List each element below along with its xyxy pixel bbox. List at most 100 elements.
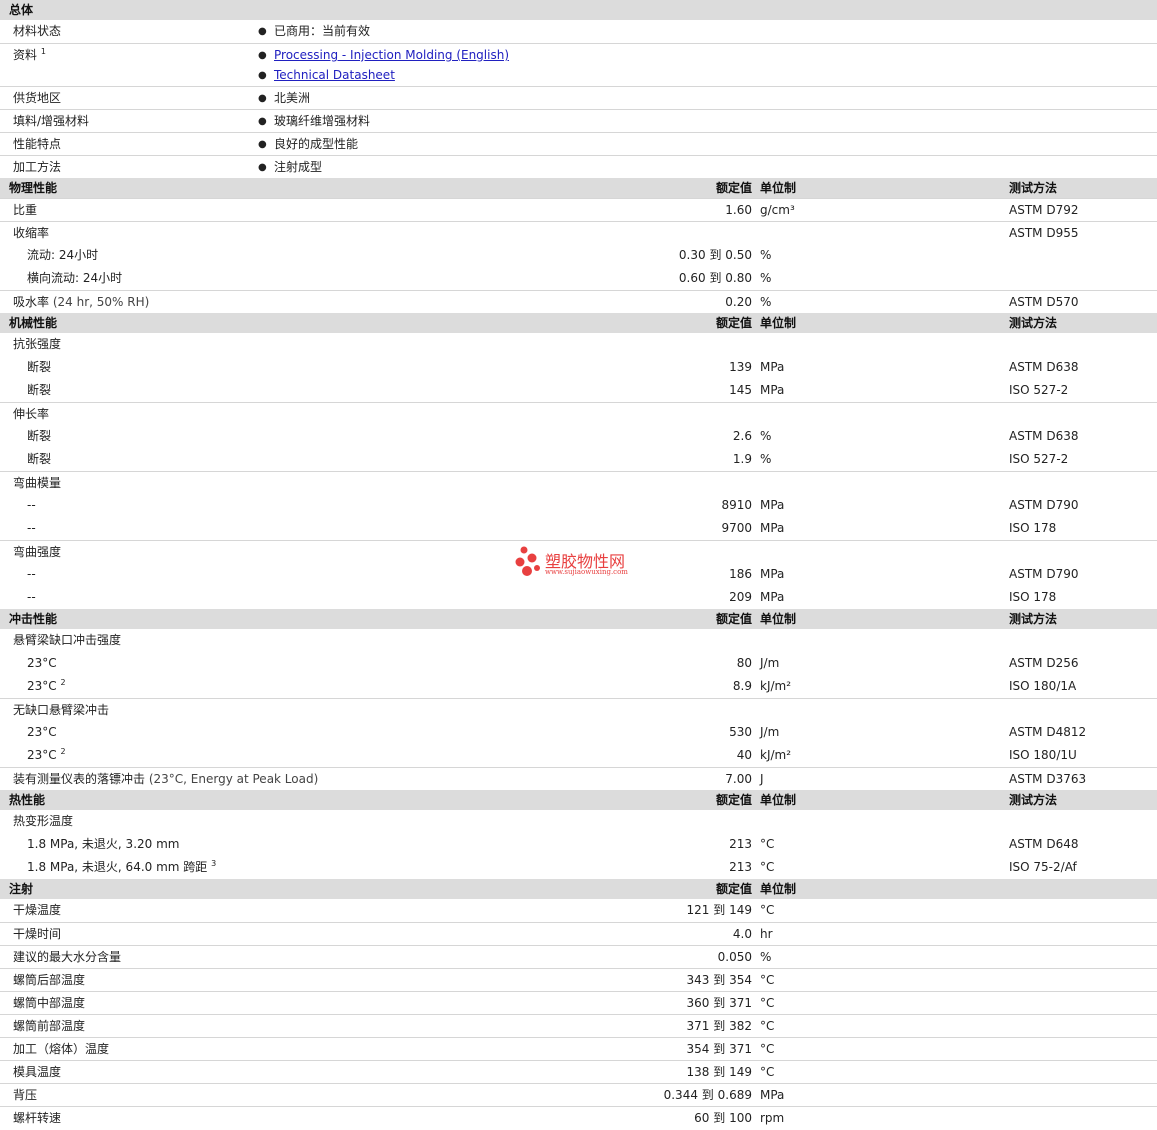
property-row: 热变形温度 bbox=[0, 810, 1157, 833]
property-value: 0.20 bbox=[725, 291, 752, 314]
property-condition: (24 hr, 50% RH) bbox=[52, 295, 150, 309]
column-header-method: 测试方法 bbox=[1009, 793, 1058, 807]
property-label: 吸水率 (24 hr, 50% RH) bbox=[13, 291, 149, 314]
property-unit: % bbox=[760, 429, 772, 443]
test-method: ISO 75-2/Af bbox=[1009, 860, 1077, 874]
property-value: 60 到 100 bbox=[694, 1107, 752, 1130]
range-to: 到 bbox=[713, 1019, 726, 1033]
property-value: 186 bbox=[729, 563, 752, 586]
property-unit: kJ/m² bbox=[760, 748, 792, 762]
property-row: 螺筒后部温度 343 到 354 °C bbox=[0, 968, 1157, 991]
property-unit: % bbox=[760, 248, 772, 262]
property-label: 伸长率 bbox=[13, 403, 49, 426]
footnote-marker: 2 bbox=[60, 678, 66, 687]
range-to: 到 bbox=[709, 248, 722, 262]
property-name: 干燥时间 bbox=[13, 927, 62, 941]
property-name: 23°C bbox=[27, 748, 57, 762]
property-row: 伸长率 bbox=[0, 402, 1157, 425]
property-name: 加工（熔体）温度 bbox=[13, 1042, 110, 1056]
property-row: 加工（熔体）温度 354 到 371 °C bbox=[0, 1037, 1157, 1060]
test-method: ASTM D955 bbox=[1009, 226, 1079, 240]
section-title: 热性能 bbox=[9, 793, 46, 807]
property-unit: J/m bbox=[760, 656, 780, 670]
property-unit: hr bbox=[760, 927, 773, 941]
bullet-icon: ● bbox=[258, 26, 267, 37]
property-label: 收缩率 bbox=[13, 222, 49, 245]
value-min: 213 bbox=[729, 837, 752, 851]
value-min: 2.6 bbox=[732, 429, 752, 443]
property-name: 背压 bbox=[13, 1088, 38, 1102]
test-method: ASTM D638 bbox=[1009, 429, 1079, 443]
value-min: 209 bbox=[729, 590, 752, 604]
property-row: 1.8 MPa, 未退火, 3.20 mm 213 °C ASTM D648 bbox=[0, 833, 1157, 856]
property-unit: g/cm³ bbox=[760, 203, 795, 217]
property-unit: MPa bbox=[760, 567, 785, 581]
property-label: -- bbox=[27, 494, 36, 517]
property-unit: °C bbox=[760, 1065, 775, 1079]
general-label-text: 加工方法 bbox=[13, 160, 62, 174]
property-name: 23°C bbox=[27, 656, 57, 670]
column-header-unit: 单位制 bbox=[760, 793, 797, 807]
property-label: 螺筒前部温度 bbox=[13, 1015, 85, 1038]
footnote-marker: 1 bbox=[40, 47, 46, 56]
property-value: 9700 bbox=[721, 517, 752, 540]
value-max: 149 bbox=[729, 903, 752, 917]
property-value: 2.6 bbox=[733, 425, 752, 448]
value-max: 149 bbox=[729, 1065, 752, 1079]
test-method: ASTM D790 bbox=[1009, 498, 1079, 512]
watermark-url: www.sujiaowuxing.com bbox=[545, 568, 628, 576]
section-header: 冲击性能 额定值 单位制 测试方法 bbox=[0, 609, 1157, 629]
general-row: 资料 1 ● Processing - Injection Molding (Eng… bbox=[0, 43, 1157, 86]
range-to: 到 bbox=[709, 271, 722, 285]
general-row: 加工方法 ● 注射成型 bbox=[0, 155, 1157, 178]
property-unit: °C bbox=[760, 860, 775, 874]
general-label-text: 资料 bbox=[13, 48, 38, 62]
property-row: 干燥时间 4.0 hr bbox=[0, 922, 1157, 945]
property-row: 抗张强度 bbox=[0, 333, 1157, 356]
property-name: 无缺口悬臂梁冲击 bbox=[13, 703, 110, 717]
property-unit: °C bbox=[760, 1019, 775, 1033]
value-min: 121 bbox=[686, 903, 710, 917]
value-max: 371 bbox=[729, 1042, 752, 1056]
property-label: -- bbox=[27, 517, 36, 540]
property-name: 1.8 MPa, 未退火, 64.0 mm 跨距 bbox=[27, 860, 208, 874]
property-name: 横向流动: 24小时 bbox=[27, 271, 123, 285]
section-header: 注射 额定值 单位制 bbox=[0, 879, 1157, 899]
property-unit: J/m bbox=[760, 725, 780, 739]
test-method: ASTM D790 bbox=[1009, 567, 1079, 581]
general-row: 供货地区 ● 北美洲 bbox=[0, 86, 1157, 109]
property-row: 比重 1.60 g/cm³ ASTM D792 bbox=[0, 198, 1157, 221]
property-label: 建议的最大水分含量 bbox=[13, 946, 121, 969]
property-label: 1.8 MPa, 未退火, 3.20 mm bbox=[27, 833, 179, 856]
value-max: 100 bbox=[729, 1111, 752, 1125]
document-link[interactable]: Technical Datasheet bbox=[274, 64, 395, 87]
property-name: -- bbox=[27, 567, 36, 581]
value-min: 1.9 bbox=[732, 452, 752, 466]
column-header-method: 测试方法 bbox=[1009, 316, 1058, 330]
property-unit: MPa bbox=[760, 1088, 785, 1102]
property-label: 背压 bbox=[13, 1084, 37, 1107]
property-name: 装有测量仪表的落镖冲击 bbox=[13, 772, 146, 786]
general-label-text: 性能特点 bbox=[13, 137, 62, 151]
column-header-method: 测试方法 bbox=[1009, 612, 1058, 626]
value-min: 8.9 bbox=[732, 679, 752, 693]
property-label: 断裂 bbox=[27, 356, 51, 379]
property-label: 螺杆转速 bbox=[13, 1107, 61, 1130]
general-value: 玻璃纤维增强材料 bbox=[274, 114, 371, 128]
property-unit: °C bbox=[760, 1042, 775, 1056]
range-to: 到 bbox=[701, 1088, 714, 1102]
value-min: 1.60 bbox=[725, 203, 752, 217]
property-label: 23°C 2 bbox=[27, 675, 66, 698]
property-row: 断裂 1.9% ISO 527-2 bbox=[0, 448, 1157, 471]
property-row: 螺筒中部温度 360 到 371 °C bbox=[0, 991, 1157, 1014]
value-min: 0.344 bbox=[663, 1088, 698, 1102]
property-label: 断裂 bbox=[27, 425, 51, 448]
property-unit: °C bbox=[760, 996, 775, 1010]
property-label: 23°C bbox=[27, 721, 57, 744]
value-min: 0.30 bbox=[678, 248, 706, 262]
property-label: 装有测量仪表的落镖冲击 (23°C, Energy at Peak Load) bbox=[13, 768, 318, 791]
property-value: 1.9 bbox=[733, 448, 752, 471]
value-max: 0.50 bbox=[725, 248, 752, 262]
watermark-logo-icon bbox=[515, 546, 540, 576]
property-name: 吸水率 bbox=[13, 295, 50, 309]
